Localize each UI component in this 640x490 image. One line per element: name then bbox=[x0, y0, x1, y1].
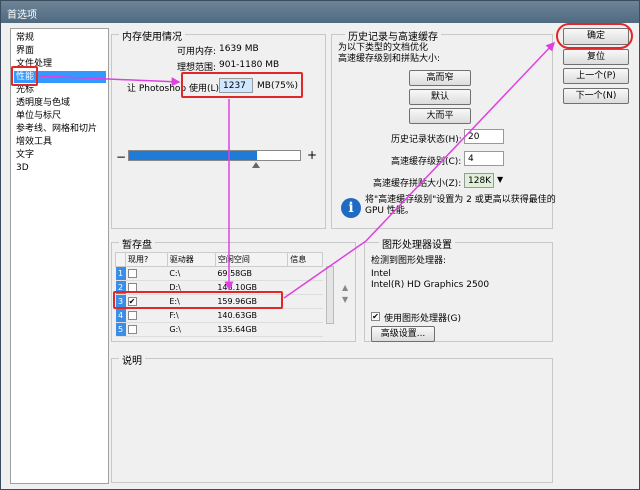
preferences-dialog: 首选项 常规 界面 文件处理 性能 光标 透明度与色域 单位与标尺 参考线、网格… bbox=[0, 0, 640, 490]
arrow-to-memory bbox=[38, 75, 181, 87]
arrow-drive-to-gpu bbox=[283, 240, 367, 299]
arrow-to-ok bbox=[365, 41, 556, 242]
annotation-arrows bbox=[38, 41, 556, 299]
